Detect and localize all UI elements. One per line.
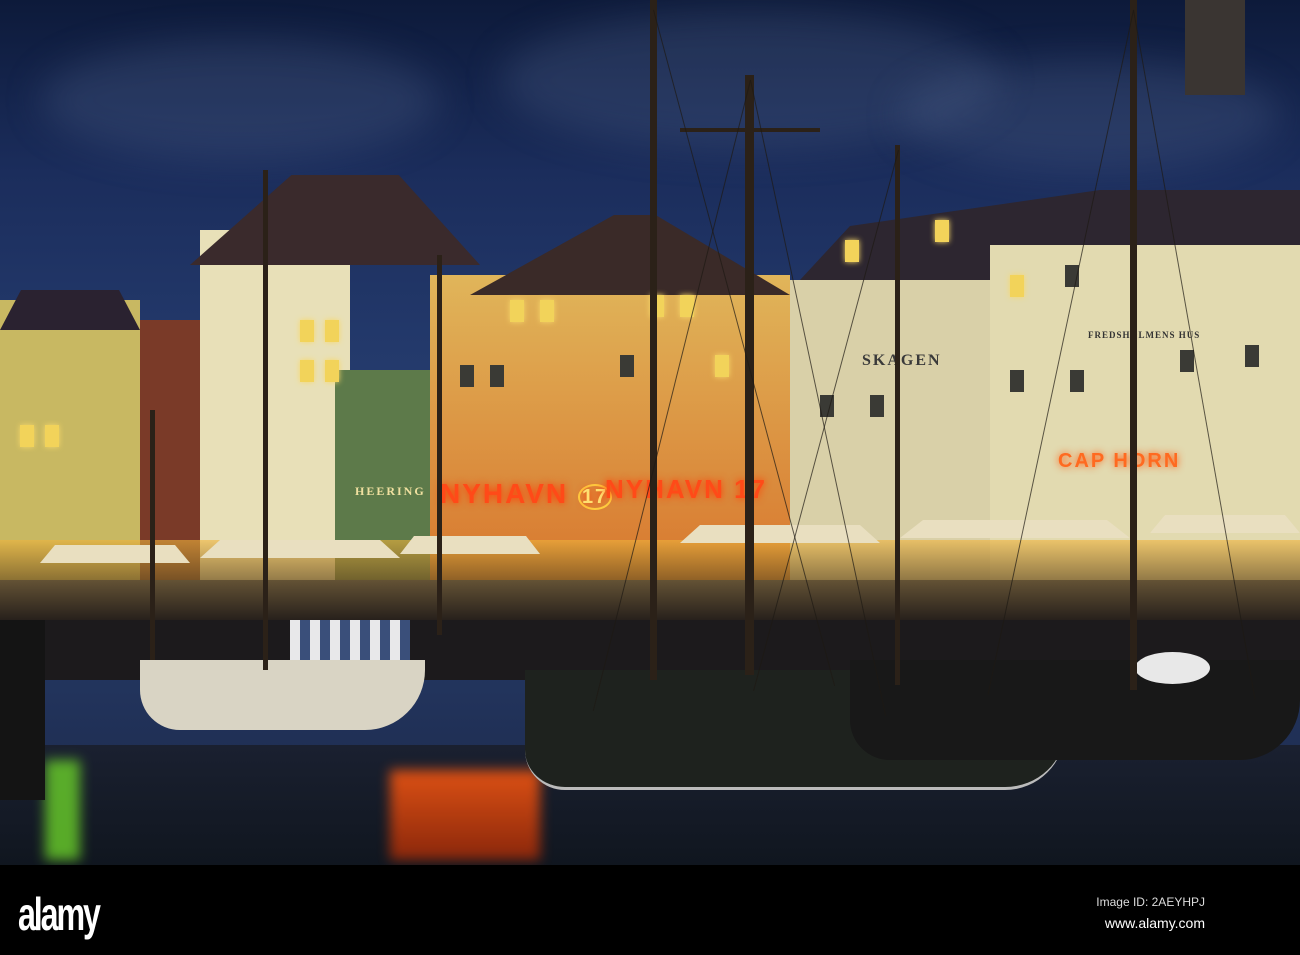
- window: [325, 360, 339, 382]
- window: [1180, 350, 1194, 372]
- window: [1010, 370, 1024, 392]
- heering-sign: HEERING: [355, 484, 426, 498]
- umbrella: [680, 525, 880, 543]
- window: [300, 360, 314, 382]
- umbrella: [400, 536, 540, 554]
- yard: [680, 128, 820, 132]
- umbrella: [200, 540, 400, 558]
- roof: [190, 175, 480, 265]
- umbrella: [40, 545, 190, 563]
- window: [1245, 345, 1259, 367]
- skagen-sign: SKAGEN: [862, 352, 942, 369]
- neon-reflection: [390, 770, 540, 860]
- roof: [470, 215, 790, 295]
- window: [1070, 370, 1084, 392]
- mast: [437, 255, 442, 635]
- watermark-bar: alamy Image ID: 2AEYHPJ www.alamy.com: [0, 865, 1300, 955]
- building-white: [200, 230, 350, 580]
- window: [510, 300, 524, 322]
- caphorn-sign: CAP HORN: [1058, 450, 1181, 472]
- green-reflection: [45, 760, 80, 860]
- window: [460, 365, 474, 387]
- white-boat: [140, 660, 425, 730]
- chimney: [1185, 0, 1245, 95]
- nyhavn-sign-left: NYHAVN 17: [440, 478, 613, 510]
- window: [20, 425, 34, 447]
- window: [300, 320, 314, 342]
- alamy-url: www.alamy.com: [1104, 915, 1205, 931]
- fredsholm-sign: FREDSHOLMENS HUS: [1088, 330, 1201, 340]
- mast: [263, 170, 268, 670]
- striped-canopy: [290, 620, 410, 660]
- mast: [895, 145, 900, 685]
- window: [620, 355, 634, 377]
- dinghy: [1135, 652, 1210, 684]
- window: [45, 425, 59, 447]
- mast: [745, 75, 754, 675]
- bow-left: [0, 620, 45, 800]
- harbor-photo: NYHAVN 17 NYHAVN 17 HEERING SKAGEN FREDS…: [0, 0, 1300, 865]
- window: [935, 220, 949, 242]
- umbrella: [900, 520, 1130, 538]
- window: [540, 300, 554, 322]
- window: [490, 365, 504, 387]
- roof: [0, 290, 140, 330]
- window: [1010, 275, 1024, 297]
- window: [715, 355, 729, 377]
- image-id: Image ID: 2AEYHPJ: [1096, 895, 1205, 909]
- window: [845, 240, 859, 262]
- mast: [650, 0, 657, 680]
- mast: [150, 410, 155, 660]
- mast: [1130, 0, 1137, 690]
- cloud: [40, 40, 440, 160]
- window: [870, 395, 884, 417]
- dark-boat-right: [850, 660, 1300, 760]
- alamy-logo: alamy: [18, 888, 101, 940]
- nyhavn-sign-right: NYHAVN 17: [605, 474, 765, 504]
- window: [325, 320, 339, 342]
